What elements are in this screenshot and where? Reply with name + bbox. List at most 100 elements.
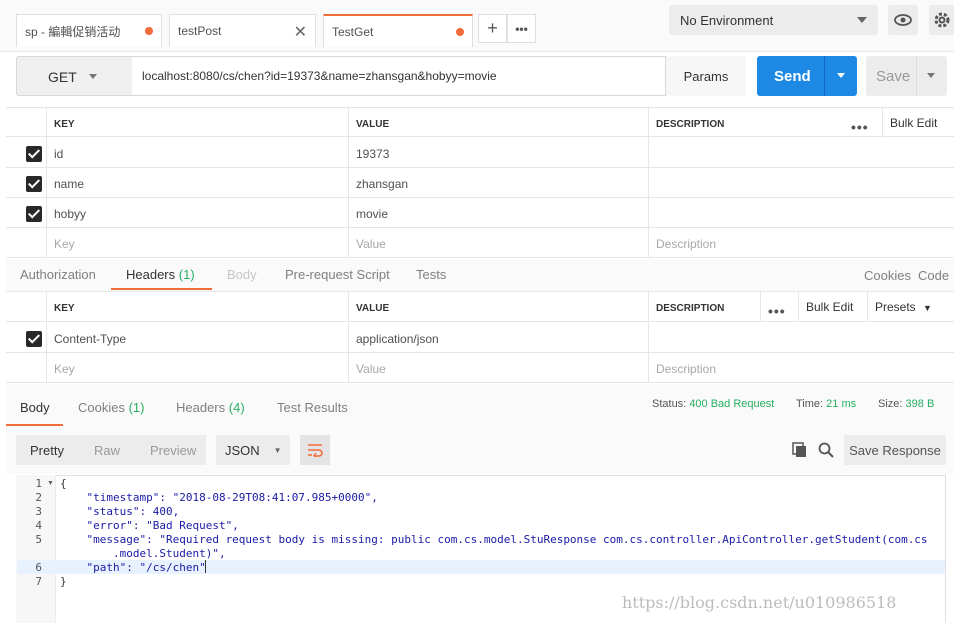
code-line: { (60, 477, 67, 490)
chevron-down-icon: ▼ (273, 445, 282, 455)
param-description[interactable] (648, 168, 954, 198)
tab-testpost[interactable]: testPost ✕ (169, 14, 316, 47)
chevron-down-icon[interactable] (927, 73, 935, 78)
code-line: "error": "Bad Request", (60, 519, 239, 532)
tab-sp-promo[interactable]: sp - 編輯促销活动 (16, 14, 162, 47)
table-header: KEY VALUE DESCRIPTION ••• Bulk Edit Pres… (6, 292, 954, 322)
column-value: VALUE (348, 108, 648, 138)
environment-label: No Environment (680, 13, 774, 28)
time-label: Time: (796, 398, 824, 410)
unsaved-dot-icon (145, 27, 153, 35)
tab-response-body[interactable]: Body (20, 400, 50, 415)
copy-icon[interactable] (792, 442, 808, 461)
tab-label: testPost (178, 24, 222, 38)
pretty-button[interactable]: Pretty (16, 443, 64, 458)
preview-button[interactable]: Preview (120, 443, 196, 458)
wrap-lines-button[interactable] (300, 435, 330, 465)
chevron-down-icon (89, 74, 97, 79)
param-value[interactable]: 19373 (348, 138, 648, 168)
environment-select[interactable]: No Environment (669, 5, 878, 35)
param-value[interactable]: movie (348, 198, 648, 228)
checkbox[interactable] (26, 206, 42, 222)
line-number: 5 (35, 533, 42, 546)
bulk-edit-button[interactable]: Bulk Edit (882, 108, 944, 138)
new-description-input[interactable]: Description (648, 353, 954, 383)
gear-icon (934, 12, 949, 28)
param-key[interactable]: name (46, 168, 348, 198)
raw-button[interactable]: Raw (64, 443, 120, 458)
response-time: Time: 21 ms (796, 398, 856, 410)
send-label: Send (774, 68, 811, 85)
method-select[interactable]: GET (16, 56, 132, 96)
new-key-input[interactable]: Key (46, 353, 348, 383)
checkbox[interactable] (26, 146, 42, 162)
environment-quick-look-button[interactable] (888, 5, 918, 35)
search-icon[interactable] (818, 442, 834, 461)
divider (916, 56, 917, 96)
tab-prerequest-script[interactable]: Pre-request Script (285, 267, 390, 282)
table-row: Content-Type application/json (6, 323, 954, 353)
format-select[interactable]: JSON ▼ (216, 435, 290, 465)
send-button[interactable]: Send (757, 56, 857, 96)
save-button[interactable]: Save (866, 56, 947, 96)
eye-icon (894, 14, 912, 26)
table-row-new: Key Value Description (6, 353, 954, 383)
param-key[interactable]: id (46, 138, 348, 168)
tab-tests[interactable]: Tests (416, 267, 446, 282)
new-value-input[interactable]: Value (348, 353, 648, 383)
header-description[interactable] (648, 323, 954, 353)
tab-body[interactable]: Body (227, 267, 257, 282)
code-link[interactable]: Code (918, 268, 949, 283)
new-tab-button[interactable]: + (478, 14, 507, 43)
fold-icon[interactable]: ▼ (47, 480, 54, 487)
header-value[interactable]: application/json (348, 323, 648, 353)
more-icon[interactable]: ••• (844, 108, 876, 138)
header-key[interactable]: Content-Type (46, 323, 348, 353)
wrap-icon (308, 444, 323, 457)
code-line: "path": "/cs/chen" (60, 561, 206, 574)
checkbox[interactable] (26, 176, 42, 192)
close-icon[interactable]: ✕ (294, 22, 307, 42)
new-key-input[interactable]: Key (46, 228, 348, 258)
presets-button[interactable]: Presets ▼ (867, 292, 939, 322)
param-description[interactable] (648, 138, 954, 168)
presets-label: Presets (875, 300, 916, 314)
tab-testget[interactable]: TestGet (323, 14, 473, 47)
plus-icon: + (487, 18, 498, 38)
more-icon[interactable]: ••• (760, 292, 793, 322)
cookies-link[interactable]: Cookies (864, 268, 911, 283)
tab-headers-label: Headers (126, 267, 176, 282)
tab-label: sp - 編輯促销活动 (25, 24, 121, 39)
new-description-input[interactable]: Description (648, 228, 954, 258)
save-response-button[interactable]: Save Response (844, 435, 946, 465)
view-mode-group: Pretty Raw Preview (16, 435, 206, 465)
table-row: hobyy movie (6, 198, 954, 228)
chevron-down-icon (857, 17, 867, 23)
bulk-edit-button[interactable]: Bulk Edit (798, 292, 860, 322)
tab-label: TestGet (332, 24, 374, 39)
param-value[interactable]: zhansgan (348, 168, 648, 198)
time-value: 21 ms (826, 398, 857, 410)
chevron-down-icon[interactable] (837, 73, 845, 78)
url-input[interactable]: localhost:8080/cs/chen?id=19373&name=zha… (142, 69, 497, 83)
response-status: Status: 400 Bad Request (652, 398, 774, 410)
tab-authorization[interactable]: Authorization (20, 267, 96, 282)
table-row-new: Key Value Description (6, 228, 954, 258)
code-line: "message": "Required request body is mis… (60, 533, 928, 546)
param-key[interactable]: hobyy (46, 198, 348, 228)
line-number: 2 (35, 491, 42, 504)
divider (824, 56, 825, 96)
params-button[interactable]: Params (665, 56, 746, 96)
tab-response-headers[interactable]: Headers (4) (176, 400, 245, 415)
headers-table: KEY VALUE DESCRIPTION ••• Bulk Edit Pres… (6, 292, 954, 384)
new-value-input[interactable]: Value (348, 228, 648, 258)
line-number: 1 (35, 477, 42, 490)
tab-options-button[interactable]: ••• (507, 14, 536, 43)
tab-response-cookies[interactable]: Cookies (1) (78, 400, 144, 415)
param-description[interactable] (648, 198, 954, 228)
manage-environments-button[interactable] (929, 5, 954, 35)
tab-count: (1) (128, 400, 145, 415)
tab-headers[interactable]: Headers (1) (126, 267, 195, 282)
tab-test-results[interactable]: Test Results (277, 400, 348, 415)
checkbox[interactable] (26, 331, 42, 347)
